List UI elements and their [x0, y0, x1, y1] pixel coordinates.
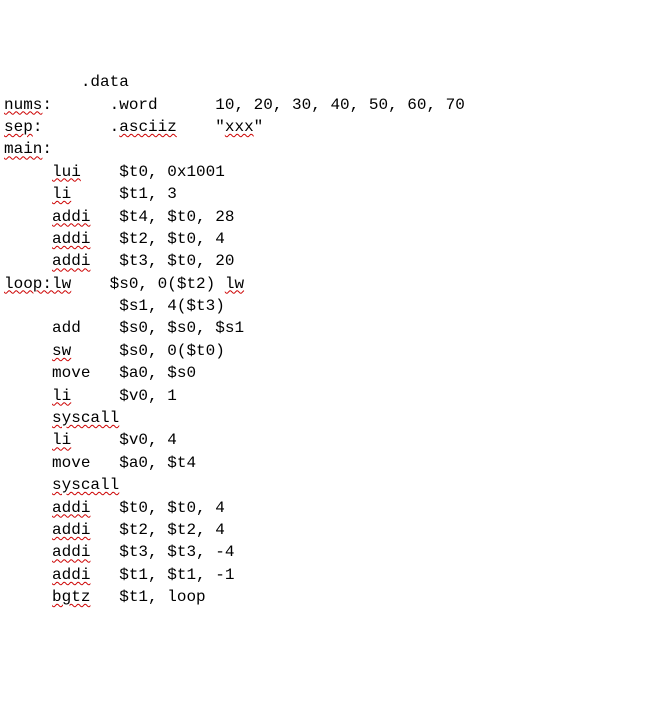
code-line: addi $t1, $t1, -1: [4, 564, 652, 586]
code-token: addi: [52, 543, 90, 561]
code-token: ": [254, 118, 264, 136]
code-token: $t0, $t0, 4: [90, 499, 224, 517]
code-token: :: [42, 140, 52, 158]
code-line: loop:lw $s0, 0($t2) lw: [4, 273, 652, 295]
code-token: $t4, $t0, 28: [90, 208, 234, 226]
code-block: .data nums: .word 10, 20, 30, 40, 50, 60,…: [4, 71, 652, 608]
code-token: : .word 10, 20, 30, 40, 50, 60, 70: [42, 96, 464, 114]
code-token: $v0, 1: [71, 387, 177, 405]
code-token: addi: [52, 521, 90, 539]
code-line: bgtz $t1, loop: [4, 586, 652, 608]
code-line: move $a0, $t4: [4, 452, 652, 474]
code-token: $v0, 4: [71, 431, 177, 449]
code-line: syscall: [4, 474, 652, 496]
code-token: ": [177, 118, 225, 136]
code-token: addi: [52, 499, 90, 517]
code-token: $t1, 3: [71, 185, 177, 203]
code-token: move $a0, $s0: [52, 364, 196, 382]
code-line: addi $t4, $t0, 28: [4, 206, 652, 228]
code-token: $t3, $t3, -4: [90, 543, 234, 561]
code-line: sw $s0, 0($t0): [4, 340, 652, 362]
code-token: li: [52, 387, 71, 405]
code-line: move $a0, $s0: [4, 362, 652, 384]
code-token: addi: [52, 566, 90, 584]
code-token: $s1, 4($t3): [119, 297, 225, 315]
code-token: $s0, 0($t2): [71, 275, 225, 293]
code-token: li: [52, 185, 71, 203]
code-token: $t1, loop: [90, 588, 205, 606]
code-line: add $s0, $s0, $s1: [4, 317, 652, 339]
code-line: .data: [4, 71, 652, 93]
code-token: $t3, $t0, 20: [90, 252, 234, 270]
code-token: lui: [52, 163, 81, 181]
code-line: addi $t0, $t0, 4: [4, 497, 652, 519]
code-token: $t1, $t1, -1: [90, 566, 234, 584]
code-token: move $a0, $t4: [52, 454, 196, 472]
code-line: nums: .word 10, 20, 30, 40, 50, 60, 70: [4, 94, 652, 116]
code-line: li $v0, 1: [4, 385, 652, 407]
code-token: .data: [81, 73, 129, 91]
code-line: syscall: [4, 407, 652, 429]
code-line: li $t1, 3: [4, 183, 652, 205]
code-token: loop:lw: [4, 275, 71, 293]
code-token: asciiz: [119, 118, 177, 136]
code-line: addi $t3, $t3, -4: [4, 541, 652, 563]
code-token: $t2, $t2, 4: [90, 521, 224, 539]
code-token: xxx: [225, 118, 254, 136]
code-token: sep: [4, 118, 33, 136]
code-token: li: [52, 431, 71, 449]
code-line: addi $t3, $t0, 20: [4, 250, 652, 272]
code-token: main: [4, 140, 42, 158]
code-token: addi: [52, 230, 90, 248]
code-token: syscall: [52, 409, 119, 427]
code-token: bgtz: [52, 588, 90, 606]
code-line: $s1, 4($t3): [4, 295, 652, 317]
code-token: nums: [4, 96, 42, 114]
code-token: $t2, $t0, 4: [90, 230, 224, 248]
code-token: add $s0, $s0, $s1: [52, 319, 244, 337]
code-line: main:: [4, 138, 652, 160]
code-line: li $v0, 4: [4, 429, 652, 451]
code-token: sw: [52, 342, 71, 360]
code-token: syscall: [52, 476, 119, 494]
code-line: addi $t2, $t0, 4: [4, 228, 652, 250]
code-token: : .: [33, 118, 119, 136]
code-token: addi: [52, 208, 90, 226]
code-line: addi $t2, $t2, 4: [4, 519, 652, 541]
code-token: $s0, 0($t0): [71, 342, 225, 360]
code-token: addi: [52, 252, 90, 270]
code-token: $t0, 0x1001: [81, 163, 225, 181]
code-line: sep: .asciiz "xxx": [4, 116, 652, 138]
code-token: lw: [225, 275, 244, 293]
code-line: lui $t0, 0x1001: [4, 161, 652, 183]
